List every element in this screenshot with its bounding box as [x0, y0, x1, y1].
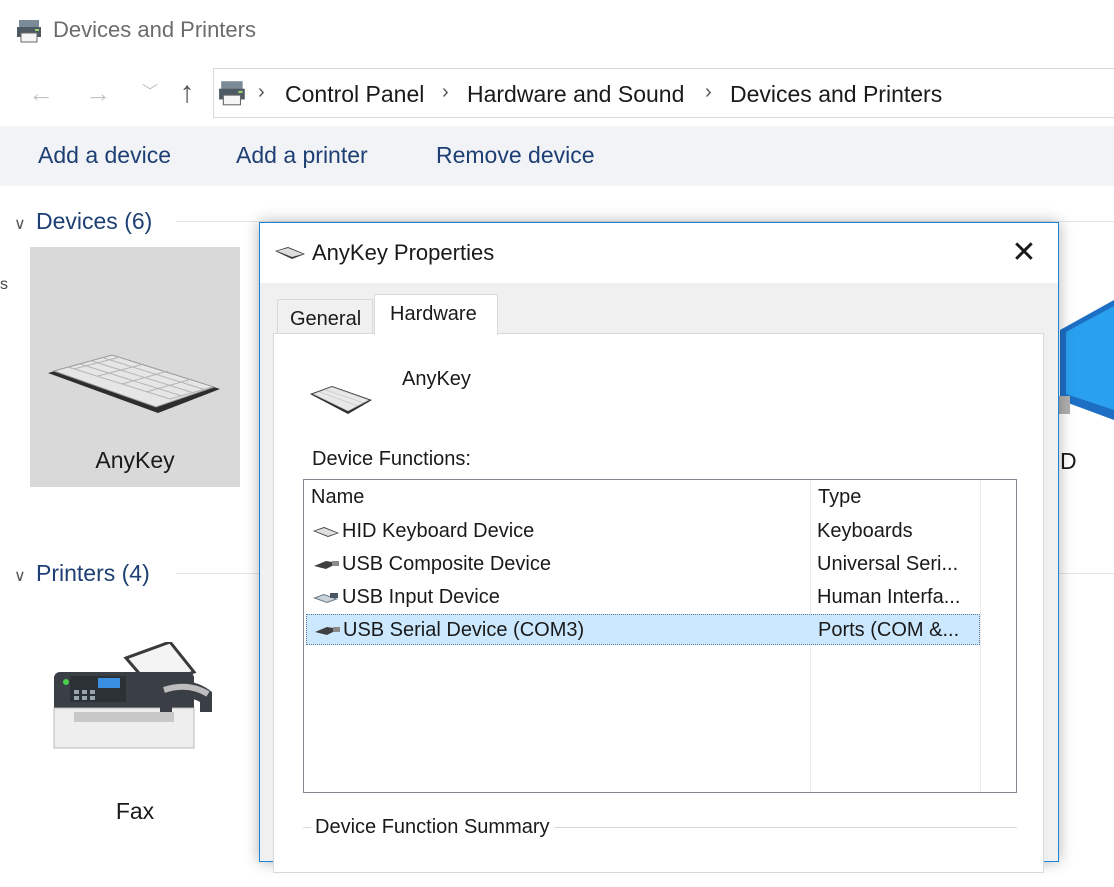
breadcrumb-hardware-and-sound[interactable]: Hardware and Sound — [467, 81, 684, 108]
chevron-down-icon[interactable]: ∨ — [14, 214, 36, 234]
printer-tile-fax[interactable]: Fax — [30, 620, 240, 837]
command-bar: Add a device Add a printer Remove device — [0, 126, 1114, 186]
breadcrumb-chevron-icon[interactable]: › — [705, 81, 712, 104]
column-header-type[interactable]: Type — [818, 486, 861, 509]
hid-icon — [313, 593, 338, 603]
breadcrumb-control-panel[interactable]: Control Panel — [285, 81, 424, 108]
monitor-icon — [1056, 300, 1114, 420]
partial-text: s — [0, 276, 8, 293]
add-printer-button[interactable]: Add a printer — [236, 142, 368, 169]
device-functions-list[interactable]: Name Type HID Keyboard Device Keyboards … — [303, 479, 1017, 793]
dialog-title: AnyKey Properties — [312, 240, 495, 265]
remove-device-button[interactable]: Remove device — [436, 142, 595, 169]
dialog-titlebar: AnyKey Properties ✕ — [260, 223, 1058, 283]
devices-printers-icon — [219, 81, 245, 106]
window-title: Devices and Printers — [53, 17, 256, 42]
recent-locations-chevron-icon[interactable]: ﹀ — [133, 76, 167, 110]
row-name: USB Serial Device (COM3) — [343, 619, 585, 641]
list-row[interactable]: USB Composite Device Universal Seri... — [306, 549, 980, 580]
address-row: ← → ﹀ ↑ › Control Panel › Hardware and S… — [0, 62, 1114, 124]
tab-hardware[interactable]: Hardware — [374, 294, 498, 335]
address-bar[interactable]: › Control Panel › Hardware and Sound › D… — [213, 68, 1114, 118]
keyboard-icon — [310, 386, 372, 414]
breadcrumb-chevron-icon[interactable]: › — [442, 81, 449, 104]
devices-group-header[interactable]: ∨ Devices (6) — [14, 208, 152, 235]
properties-dialog: AnyKey Properties ✕ General Hardware Any… — [259, 222, 1059, 873]
device-label-anykey: AnyKey — [95, 447, 175, 473]
row-type: Human Interfa... — [817, 586, 961, 608]
device-name: AnyKey — [402, 368, 471, 390]
device-functions-label: Device Functions: — [312, 448, 471, 470]
breadcrumb-chevron-icon[interactable]: › — [258, 81, 265, 104]
fax-icon — [53, 642, 212, 749]
list-row-selected[interactable]: USB Serial Device (COM3) Ports (COM &... — [306, 614, 980, 645]
list-row[interactable]: USB Input Device Human Interfa... — [306, 582, 980, 613]
row-name: HID Keyboard Device — [342, 520, 535, 542]
column-header-name[interactable]: Name — [311, 486, 364, 509]
keyboard-icon — [48, 354, 220, 413]
window-titlebar: Devices and Printers — [0, 0, 1114, 62]
close-icon[interactable]: ✕ — [1002, 233, 1046, 273]
row-type: Keyboards — [817, 520, 913, 542]
printers-group-header[interactable]: ∨ Printers (4) — [14, 560, 150, 587]
summary-label: Device Function Summary — [311, 816, 554, 839]
printers-group-label: Printers (4) — [36, 560, 150, 586]
keyboard-icon — [313, 527, 339, 537]
devices-printers-icon — [17, 20, 41, 43]
row-type: Universal Seri... — [817, 553, 959, 575]
keyboard-icon — [275, 247, 305, 259]
back-arrow-icon[interactable]: ← — [24, 76, 58, 110]
device-label-partial: D — [1060, 448, 1077, 474]
row-name: USB Composite Device — [342, 553, 551, 575]
usb-icon — [314, 561, 339, 569]
chevron-down-icon[interactable]: ∨ — [14, 566, 36, 586]
device-function-summary-group: Device Function Summary — [303, 816, 1017, 887]
column-divider[interactable] — [980, 480, 981, 792]
row-type: Ports (COM &... — [818, 619, 960, 641]
breadcrumb-devices-and-printers[interactable]: Devices and Printers — [730, 81, 942, 108]
up-arrow-icon[interactable]: ↑ — [170, 76, 204, 110]
forward-arrow-icon[interactable]: → — [81, 76, 115, 110]
row-name: USB Input Device — [342, 586, 500, 608]
usb-icon — [315, 627, 340, 635]
list-row[interactable]: HID Keyboard Device Keyboards — [306, 516, 980, 547]
device-tile-anykey[interactable]: AnyKey — [30, 247, 240, 487]
hardware-tab-panel: AnyKey Device Functions: Name Type HID K… — [273, 333, 1044, 873]
printer-label-fax: Fax — [115, 798, 155, 824]
add-device-button[interactable]: Add a device — [38, 142, 171, 169]
devices-group-label: Devices (6) — [36, 208, 153, 234]
tab-general[interactable]: General — [277, 299, 373, 334]
